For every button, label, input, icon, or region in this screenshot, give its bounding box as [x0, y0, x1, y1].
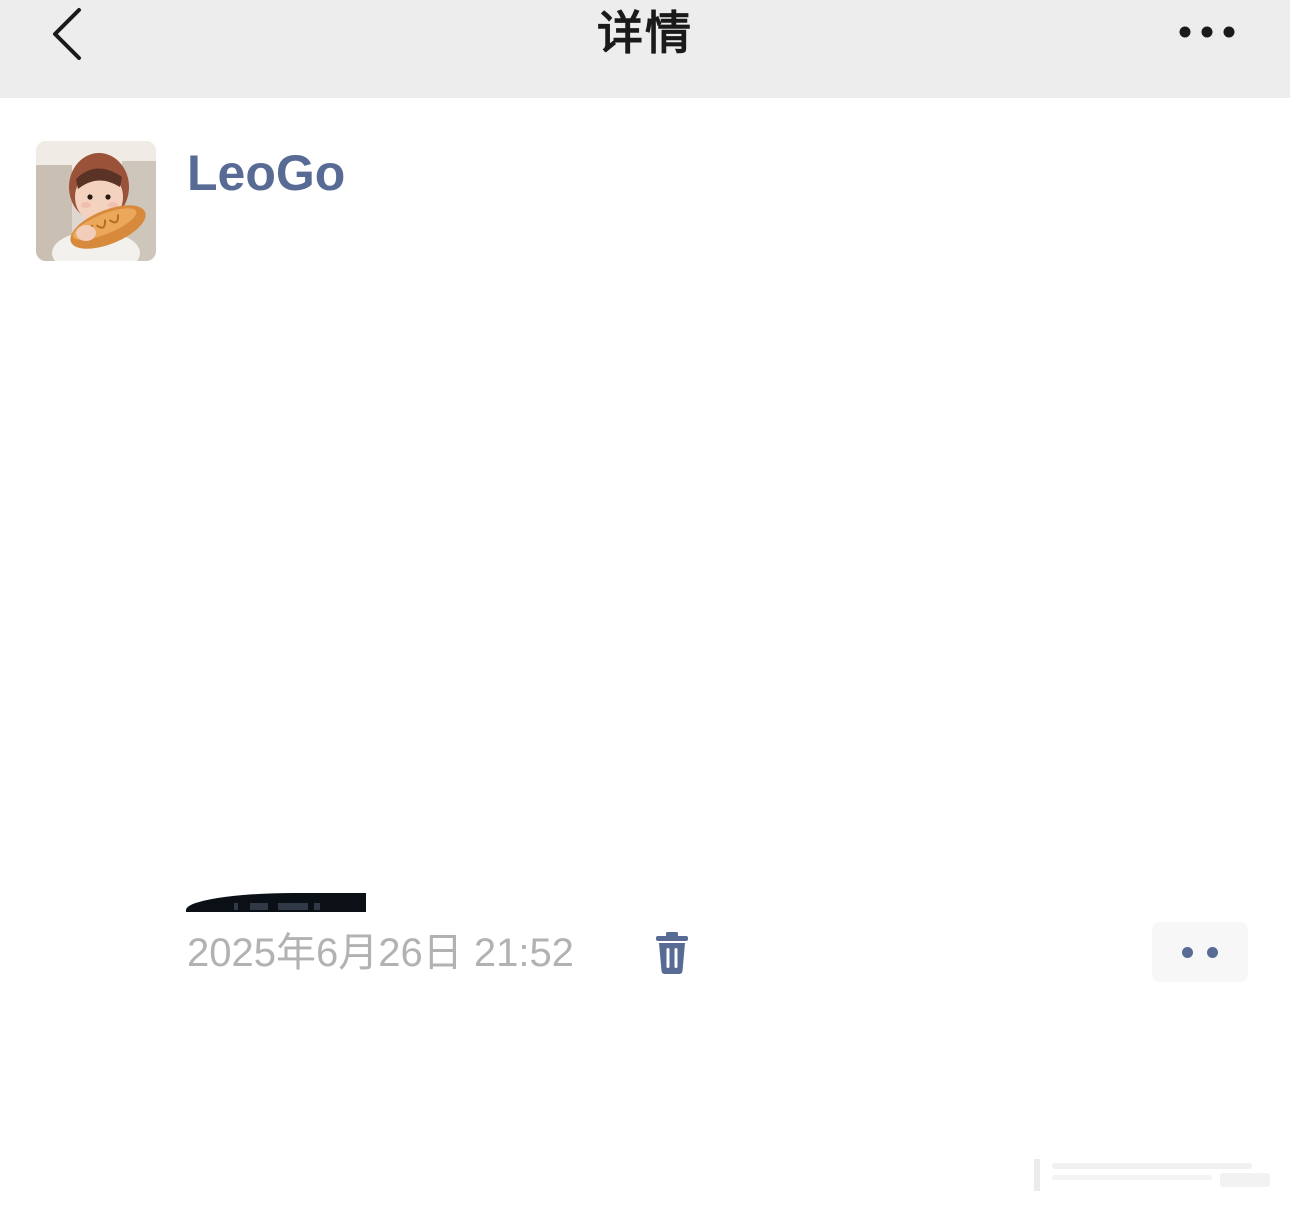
post-timestamp: 2025年6月26日 21:52	[187, 931, 574, 975]
more-options-button[interactable]	[1172, 14, 1242, 50]
avatar[interactable]	[36, 141, 156, 261]
post-image-fragment[interactable]	[186, 893, 366, 912]
watermark	[1030, 1155, 1280, 1193]
navigation-bar: 详情	[0, 0, 1290, 98]
page-title: 详情	[597, 6, 693, 60]
delete-button[interactable]	[652, 930, 692, 976]
trash-icon	[656, 932, 688, 974]
two-dots-icon	[1207, 946, 1218, 958]
like-comment-button[interactable]	[1152, 922, 1248, 982]
author-nickname[interactable]: LeoGo	[187, 143, 345, 203]
more-horizontal-icon	[1179, 26, 1235, 38]
baby-eating-bread-avatar	[36, 141, 156, 261]
two-dots-icon	[1182, 946, 1193, 958]
